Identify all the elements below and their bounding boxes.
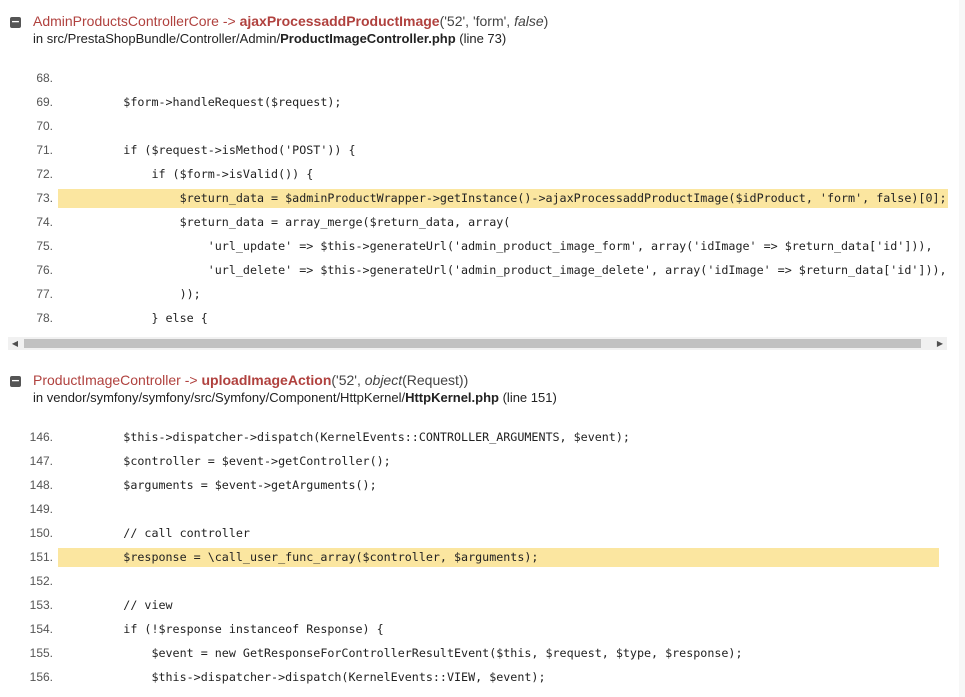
code-text: $this->dispatcher->dispatch(KernelEvents… [67, 430, 630, 444]
line-number: 78. [36, 311, 53, 325]
frame-1-file-suffix: (line 73) [455, 31, 507, 46]
frame-1-method: ajaxProcessaddProductImage [239, 13, 440, 29]
code-line: 149. [0, 500, 939, 519]
code-text: if (!$response instanceof Response) { [67, 622, 384, 636]
frame-2-args: ('52', object(Request)) [331, 372, 468, 388]
scroll-left-icon[interactable]: ◀ [8, 337, 22, 350]
code-text: $this->dispatcher->dispatch(KernelEvents… [67, 670, 546, 684]
code-line: 156. $this->dispatcher->dispatch(KernelE… [0, 668, 939, 687]
code-text: // view [67, 598, 173, 612]
line-number: 147. [29, 454, 53, 468]
line-number: 68. [36, 71, 53, 85]
line-number: 154. [29, 622, 53, 636]
frame-1-file: in src/PrestaShopBundle/Controller/Admin… [33, 30, 506, 47]
frame-2-file-suffix: (line 151) [498, 390, 557, 405]
line-number: 156. [29, 670, 53, 684]
collapse-toggle-icon[interactable]: − [10, 16, 21, 28]
frame-1-file-name: ProductImageController.php [280, 31, 456, 46]
code-line: 155. $event = new GetResponseForControll… [0, 644, 939, 663]
code-line: 148. $arguments = $event->getArguments()… [0, 476, 939, 495]
code-text: } else { [67, 311, 208, 325]
frame-2-file-prefix: in vendor/symfony/symfony/src/Symfony/Co… [33, 390, 406, 405]
code-line: 74. $return_data = array_merge($return_d… [0, 213, 948, 232]
frame-1-code: 68. 69. $form->handleRequest($request); 70… [0, 69, 948, 335]
code-text: 'url_delete' => $this->generateUrl('admi… [67, 263, 947, 277]
collapse-toggle-icon[interactable]: − [10, 375, 21, 387]
frame-1-args-close: ) [543, 13, 549, 29]
code-text: $arguments = $event->getArguments(); [67, 478, 377, 492]
line-number: 69. [36, 95, 53, 109]
line-number: 155. [29, 646, 53, 660]
line-number: 76. [36, 263, 53, 277]
line-number: 153. [29, 598, 53, 612]
code-text: if ($request->isMethod('POST')) { [67, 143, 356, 157]
code-text: if ($form->isValid()) { [67, 167, 314, 181]
code-line: 69. $form->handleRequest($request); [0, 93, 948, 112]
scrollbar-thumb[interactable] [24, 339, 921, 348]
highlighted-code-line: 73. $return_data = $adminProductWrapper-… [0, 189, 948, 208]
frame-2-title: ProductImageController -> uploadImageAct… [33, 372, 468, 389]
code-text: $return_data = array_merge($return_data,… [67, 215, 511, 229]
code-line: 147. $controller = $event->getController… [0, 452, 939, 471]
code-text: // call controller [67, 526, 250, 540]
code-text: $event = new GetResponseForControllerRes… [67, 646, 743, 660]
scroll-right-icon[interactable]: ▶ [933, 337, 947, 350]
horizontal-scrollbar[interactable]: ◀ ▶ [8, 337, 947, 350]
line-number: 150. [29, 526, 53, 540]
line-number: 70. [36, 119, 53, 133]
frame-2-arrow: -> [184, 372, 198, 388]
code-line: 71. if ($request->isMethod('POST')) { [0, 141, 948, 160]
line-number: 152. [29, 574, 53, 588]
code-line: 70. [0, 117, 948, 136]
line-number: 74. [36, 215, 53, 229]
code-line: 76. 'url_delete' => $this->generateUrl('… [0, 261, 948, 280]
frame-1-args: ('52', 'form', false) [440, 13, 549, 29]
line-number: 71. [36, 143, 53, 157]
code-line: 150. // call controller [0, 524, 939, 543]
line-number: 151. [29, 550, 53, 564]
frame-2-class: ProductImageController [33, 372, 181, 388]
frame-2-file: in vendor/symfony/symfony/src/Symfony/Co… [33, 389, 557, 406]
line-number: 77. [36, 287, 53, 301]
page-edge [959, 0, 965, 697]
frame-1-args-open: ('52', 'form', [439, 13, 515, 29]
frame-2-args-close: (Request)) [402, 372, 469, 388]
code-line: 146. $this->dispatcher->dispatch(KernelE… [0, 428, 939, 447]
code-text: $controller = $event->getController(); [67, 454, 391, 468]
frame-1-file-prefix: in src/PrestaShopBundle/Controller/Admin… [33, 31, 281, 46]
frame-1-args-italic: false [514, 13, 544, 29]
frame-1-class: AdminProductsControllerCore [33, 13, 219, 29]
code-line: 154. if (!$response instanceof Response)… [0, 620, 939, 639]
code-line: 68. [0, 69, 948, 88]
line-number: 146. [29, 430, 53, 444]
highlighted-code-line: 151. $response = \call_user_func_array($… [0, 548, 939, 567]
frame-1-arrow: -> [222, 13, 236, 29]
code-line: 72. if ($form->isValid()) { [0, 165, 948, 184]
frame-1-header: − AdminProductsControllerCore -> ajaxPro… [8, 13, 957, 49]
frame-2-header: − ProductImageController -> uploadImageA… [8, 372, 957, 408]
code-line: 75. 'url_update' => $this->generateUrl('… [0, 237, 948, 256]
line-number: 149. [29, 502, 53, 516]
frame-2-code: 146. $this->dispatcher->dispatch(KernelE… [0, 428, 939, 697]
code-line: 152. [0, 572, 939, 591]
frame-1-title: AdminProductsControllerCore -> ajaxProce… [33, 13, 548, 30]
frame-2-args-italic: object [364, 372, 403, 388]
frame-2-file-name: HttpKernel.php [405, 390, 499, 405]
frame-2-method: uploadImageAction [201, 372, 332, 388]
code-text: )); [67, 287, 201, 301]
line-number: 148. [29, 478, 53, 492]
code-text: $response = \call_user_func_array($contr… [67, 550, 539, 564]
code-line: 153. // view [0, 596, 939, 615]
line-number: 72. [36, 167, 53, 181]
code-text: 'url_update' => $this->generateUrl('admi… [67, 239, 933, 253]
code-text: $form->handleRequest($request); [67, 95, 342, 109]
code-line: 78. } else { [0, 309, 948, 328]
frame-2-args-open: ('52', [331, 372, 365, 388]
line-number: 73. [36, 191, 53, 205]
code-text: $return_data = $adminProductWrapper->get… [67, 191, 947, 205]
line-number: 75. [36, 239, 53, 253]
code-line: 77. )); [0, 285, 948, 304]
